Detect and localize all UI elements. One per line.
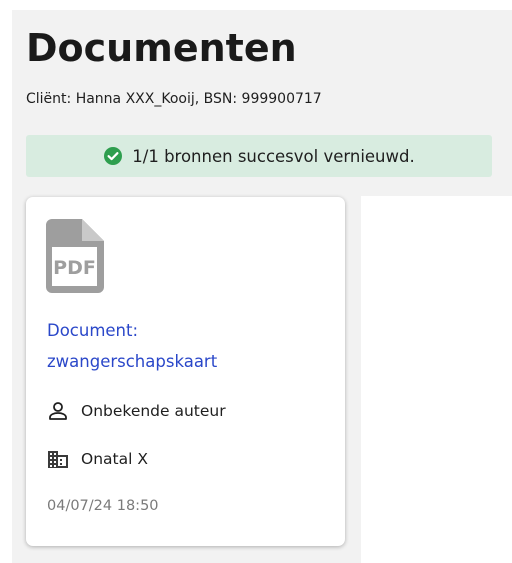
alert-message: 1/1 bronnen succesvol vernieuwd. (132, 146, 415, 166)
person-icon (47, 400, 69, 422)
document-date: 04/07/24 18:50 (47, 498, 159, 514)
pdf-file-icon: PDF (45, 219, 105, 293)
organization-name: Onatal X (81, 450, 148, 468)
client-info: Cliënt: Hanna XXX_Kooij, BSN: 999900717 (26, 91, 322, 107)
building-icon (47, 448, 69, 470)
document-title-link[interactable]: Document: zwangerschapskaart (47, 315, 217, 377)
page-title: Documenten (26, 26, 297, 70)
document-title-line2: zwangerschapskaart (47, 352, 218, 371)
author-name: Onbekende auteur (81, 402, 226, 420)
check-circle-icon (103, 146, 123, 166)
organization-row: Onatal X (47, 448, 148, 470)
success-alert: 1/1 bronnen succesvol vernieuwd. (26, 135, 492, 177)
svg-text:PDF: PDF (53, 257, 96, 279)
author-row: Onbekende auteur (47, 400, 226, 422)
document-title-line1: Document: (47, 321, 139, 340)
content-background (361, 196, 512, 563)
document-card[interactable]: PDF Document: zwangerschapskaart Onbeken… (26, 197, 345, 546)
